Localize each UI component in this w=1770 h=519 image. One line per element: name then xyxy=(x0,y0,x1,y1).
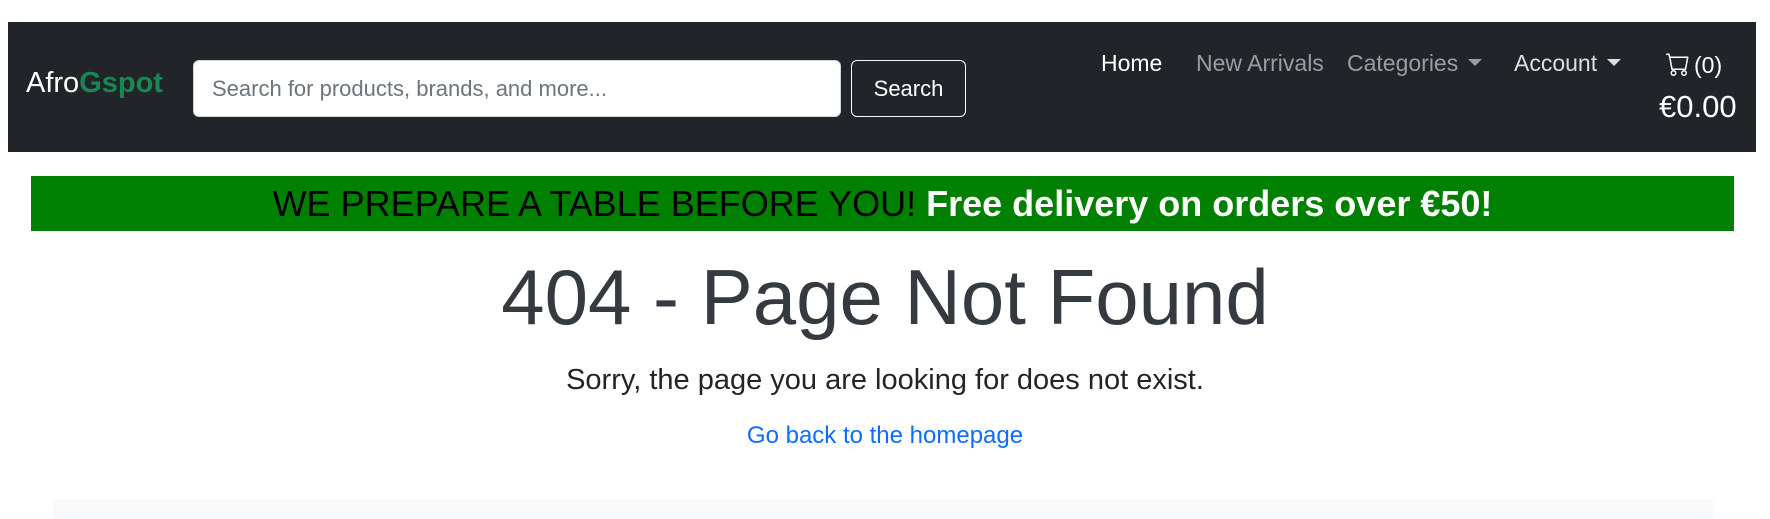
brand-name-part1: Afro xyxy=(26,67,80,99)
nav-account-label: Account xyxy=(1514,50,1598,76)
error-message: Sorry, the page you are looking for does… xyxy=(566,364,1204,396)
cart-count: (0) xyxy=(1694,52,1723,78)
cart-link[interactable]: (0) xyxy=(1666,52,1722,77)
nav-new-arrivals-link[interactable]: New Arrivals xyxy=(1196,52,1324,75)
brand-name-part2: Gspot xyxy=(79,67,163,99)
promo-free-delivery: Free delivery on orders over €50! xyxy=(926,183,1493,224)
brand-logo[interactable]: AfroGspot xyxy=(26,69,163,98)
cart-icon xyxy=(1666,53,1689,76)
page-title: 404 - Page Not Found xyxy=(501,253,1269,341)
nav-account-dropdown[interactable]: Account xyxy=(1514,50,1622,76)
search-button[interactable]: Search xyxy=(851,60,966,117)
promo-slogan: WE PREPARE A TABLE BEFORE YOU! xyxy=(272,183,917,224)
caret-down-icon xyxy=(1607,59,1622,67)
footer-section xyxy=(53,499,1713,519)
nav-categories-dropdown[interactable]: Categories xyxy=(1347,50,1483,76)
caret-down-icon xyxy=(1468,59,1483,67)
homepage-link[interactable]: Go back to the homepage xyxy=(0,424,1770,448)
cart-total: €0.00 xyxy=(1659,89,1737,124)
promo-banner: WE PREPARE A TABLE BEFORE YOU! Free deli… xyxy=(31,176,1734,231)
nav-categories-label: Categories xyxy=(1347,50,1459,76)
nav-home-link[interactable]: Home xyxy=(1101,52,1162,75)
search-input[interactable] xyxy=(193,60,841,117)
top-navbar: AfroGspot Search Home New Arrivals Categ… xyxy=(8,22,1756,152)
